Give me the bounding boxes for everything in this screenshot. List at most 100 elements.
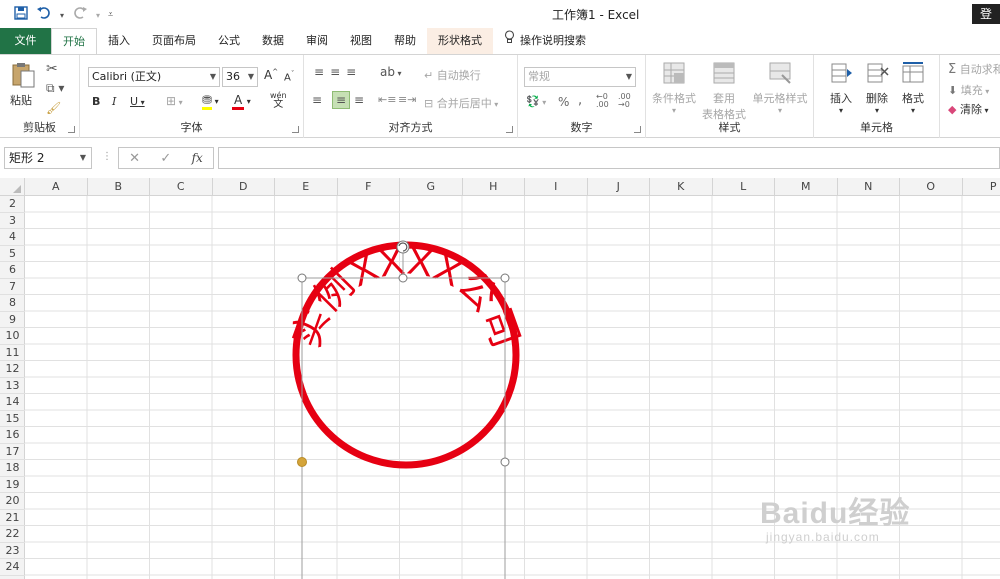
row-header-3[interactable]: 3: [0, 213, 25, 229]
tell-me-search[interactable]: 操作说明搜索: [493, 28, 597, 54]
row-header-24[interactable]: 24: [0, 559, 25, 576]
column-header-h[interactable]: H: [463, 178, 525, 196]
format-cells-button[interactable]: 格式 ▾: [898, 61, 928, 115]
font-size-select[interactable]: 36 ▼: [222, 67, 258, 87]
column-header-e[interactable]: E: [275, 178, 338, 196]
tab-insert[interactable]: 插入: [97, 28, 141, 54]
undo-icon[interactable]: [36, 6, 52, 24]
tab-view[interactable]: 视图: [339, 28, 383, 54]
column-header-b[interactable]: B: [88, 178, 150, 196]
shrink-font-button[interactable]: Aˇ: [284, 70, 294, 83]
save-icon[interactable]: [14, 6, 28, 24]
orientation-button[interactable]: ab ▾: [380, 65, 402, 79]
row-header-8[interactable]: 8: [0, 295, 25, 312]
font-color-button[interactable]: A ▾: [232, 93, 251, 110]
number-launcher-icon[interactable]: [634, 126, 641, 133]
paste-button[interactable]: 粘贴: [10, 61, 36, 108]
row-header-23[interactable]: 23: [0, 543, 25, 559]
column-header-p[interactable]: P: [963, 178, 1000, 196]
row-header-2[interactable]: 2: [0, 196, 25, 213]
tab-formulas[interactable]: 公式: [207, 28, 251, 54]
row-header-22[interactable]: 22: [0, 526, 25, 543]
row-header-19[interactable]: 19: [0, 477, 25, 493]
insert-function-button[interactable]: fx: [192, 151, 203, 165]
column-header-o[interactable]: O: [900, 178, 963, 196]
bold-button[interactable]: B: [92, 95, 100, 108]
decrease-indent-button[interactable]: ⇤≡: [378, 93, 396, 106]
column-header-l[interactable]: L: [713, 178, 775, 196]
font-name-select[interactable]: Calibri (正文) ▼: [88, 67, 220, 87]
column-header-j[interactable]: J: [588, 178, 650, 196]
grow-font-button[interactable]: A^: [264, 68, 278, 82]
column-header-a[interactable]: A: [25, 178, 88, 196]
tab-help[interactable]: 帮助: [383, 28, 427, 54]
column-header-c[interactable]: C: [150, 178, 213, 196]
row-header-6[interactable]: 6: [0, 262, 25, 279]
borders-button[interactable]: ⊞ ▾: [166, 94, 183, 108]
format-painter-button[interactable]: 🖌: [46, 101, 61, 115]
redo-dropdown-icon[interactable]: ▾: [96, 11, 100, 20]
customize-qat-icon[interactable]: ⩡: [108, 10, 113, 20]
italic-button[interactable]: I: [112, 95, 116, 108]
insert-cells-button[interactable]: 插入 ▾: [826, 61, 856, 115]
align-center-button[interactable]: ≡: [332, 91, 350, 109]
decrease-decimal-button[interactable]: .00 →0: [618, 93, 631, 109]
autosum-button[interactable]: Σ 自动求和: [948, 61, 1000, 77]
row-header-15[interactable]: 15: [0, 411, 25, 427]
column-header-k[interactable]: K: [650, 178, 713, 196]
row-header-11[interactable]: 11: [0, 345, 25, 361]
cell-styles-button[interactable]: 单元格样式 ▾: [750, 61, 810, 115]
row-header-13[interactable]: 13: [0, 378, 25, 394]
formula-bar-splitter-icon[interactable]: ⋮: [102, 151, 112, 162]
row-header-16[interactable]: 16: [0, 427, 25, 444]
phonetic-button[interactable]: wén 文: [270, 91, 287, 110]
cut-button[interactable]: ✂: [46, 61, 58, 77]
tab-shape-format[interactable]: 形状格式: [427, 28, 493, 54]
wrap-text-button[interactable]: ↵ 自动换行: [424, 67, 481, 83]
copy-button[interactable]: ⧉ ▾: [46, 81, 64, 96]
clear-button[interactable]: ◆ 清除 ▾: [948, 101, 989, 117]
fill-color-button[interactable]: ⛃ ▾: [202, 93, 219, 110]
tab-home[interactable]: 开始: [51, 28, 97, 54]
align-right-button[interactable]: ≡: [354, 93, 364, 107]
vertical-align-buttons[interactable]: ≡≡≡: [314, 65, 362, 79]
percent-button[interactable]: %: [558, 95, 569, 109]
row-header-10[interactable]: 10: [0, 328, 25, 345]
undo-dropdown-icon[interactable]: ▾: [60, 11, 64, 20]
increase-indent-button[interactable]: ≡⇥: [398, 93, 416, 106]
row-header-21[interactable]: 21: [0, 510, 25, 526]
conditional-formatting-button[interactable]: 条件格式 ▾: [652, 61, 696, 115]
row-header-14[interactable]: 14: [0, 394, 25, 411]
tab-data[interactable]: 数据: [251, 28, 295, 54]
font-launcher-icon[interactable]: [292, 126, 299, 133]
tab-review[interactable]: 审阅: [295, 28, 339, 54]
enter-formula-button[interactable]: ✓: [160, 151, 171, 166]
column-header-d[interactable]: D: [213, 178, 275, 196]
delete-cells-button[interactable]: 删除 ▾: [862, 61, 892, 115]
comma-button[interactable]: ,: [578, 93, 582, 108]
row-header-5[interactable]: 5: [0, 246, 25, 262]
column-header-f[interactable]: F: [338, 178, 400, 196]
column-header-i[interactable]: I: [525, 178, 588, 196]
column-header-n[interactable]: N: [838, 178, 900, 196]
row-header-20[interactable]: 20: [0, 493, 25, 510]
column-header-g[interactable]: G: [400, 178, 463, 196]
alignment-launcher-icon[interactable]: [506, 126, 513, 133]
currency-button[interactable]: 💱 ▾: [526, 95, 546, 108]
row-header-12[interactable]: 12: [0, 361, 25, 378]
fill-button[interactable]: ⬇ 填充 ▾: [948, 82, 989, 98]
row-header-7[interactable]: 7: [0, 279, 25, 295]
underline-button[interactable]: U ▾: [130, 95, 145, 108]
cancel-formula-button[interactable]: ✕: [129, 151, 140, 166]
redo-icon[interactable]: [72, 6, 88, 24]
column-header-m[interactable]: M: [775, 178, 838, 196]
formula-input[interactable]: [218, 147, 1000, 169]
tab-page-layout[interactable]: 页面布局: [141, 28, 207, 54]
row-header-18[interactable]: 18: [0, 460, 25, 477]
name-box[interactable]: 矩形 2 ▼: [4, 147, 92, 169]
clipboard-launcher-icon[interactable]: [68, 126, 75, 133]
select-all-button[interactable]: [0, 178, 25, 196]
merge-center-button[interactable]: ⊟ 合并后居中 ▾: [424, 95, 498, 111]
number-format-select[interactable]: 常规 ▼: [524, 67, 636, 87]
row-header-17[interactable]: 17: [0, 444, 25, 460]
